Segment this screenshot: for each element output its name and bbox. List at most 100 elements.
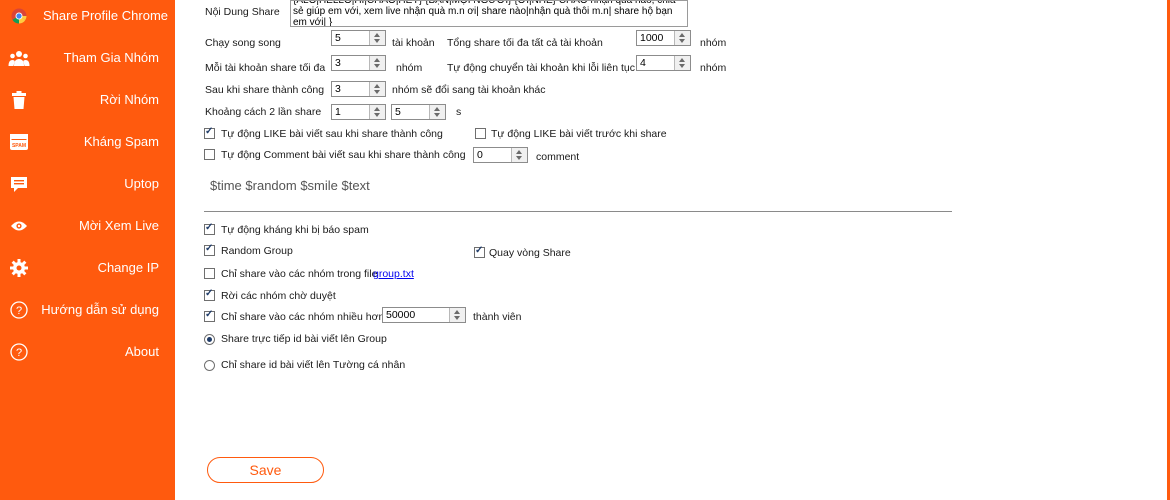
spam-icon: SPAM (8, 131, 30, 153)
stepper-arrows[interactable] (369, 31, 385, 45)
sidebar-item-share-profile-chrome[interactable]: Share Profile Chrome (0, 1, 175, 31)
parallel-stepper[interactable]: 5 (331, 30, 386, 46)
content-label: Nội Dung Share (205, 6, 280, 18)
help-icon: ? (8, 341, 30, 363)
gear-icon (8, 257, 30, 279)
interval-min-stepper[interactable]: 1 (331, 104, 386, 120)
after-success-value: 3 (335, 83, 341, 95)
min-members-checkbox[interactable] (204, 309, 215, 322)
stepper-arrows[interactable] (369, 105, 385, 119)
after-success-label: Sau khi share thành công (205, 84, 325, 96)
comment-count-value: 0 (477, 149, 483, 161)
stepper-arrows[interactable] (429, 105, 445, 119)
stepper-arrows[interactable] (511, 148, 527, 162)
stepper-arrows[interactable] (674, 56, 690, 70)
total-share-stepper[interactable]: 1000 (636, 30, 691, 46)
min-members-stepper[interactable]: 50000 (382, 307, 466, 323)
parallel-unit: tài khoản (392, 37, 435, 49)
min-members-label: Chỉ share vào các nhóm nhiều hơn (221, 311, 385, 323)
only-file-label: Chỉ share vào các nhóm trong file (221, 268, 378, 280)
help-icon: ? (8, 299, 30, 321)
like-before-checkbox[interactable] (475, 128, 486, 139)
radio-share-group-label: Share trực tiếp id bài viết lên Group (221, 333, 387, 345)
stepper-arrows[interactable] (369, 82, 385, 96)
interval-unit: s (456, 106, 462, 118)
auto-switch-unit: nhóm (700, 62, 727, 74)
total-share-value: 1000 (640, 32, 664, 44)
svg-text:SPAM: SPAM (12, 143, 26, 149)
sidebar-item-moi-xem-live[interactable]: Mời Xem Live (0, 211, 175, 241)
comment-after-label: Tự động Comment bài viết sau khi share t… (221, 149, 466, 161)
sidebar-item-label: Hướng dẫn sử dụng (41, 302, 159, 317)
auto-spam-checkbox[interactable] (204, 222, 215, 235)
svg-text:?: ? (16, 305, 22, 317)
leave-pending-checkbox[interactable] (204, 288, 215, 301)
comment-after-checkbox[interactable] (204, 149, 215, 160)
min-members-unit: thành viên (473, 311, 522, 323)
stepper-arrows[interactable] (369, 56, 385, 70)
sidebar-item-tham-gia-nhom[interactable]: Tham Gia Nhóm (0, 43, 175, 73)
comment-unit: comment (536, 151, 580, 163)
save-button[interactable]: Save (207, 457, 324, 483)
sidebar-item-about[interactable]: ? About (0, 337, 175, 367)
content-text: {ALO|HELLO|HI|CHÀO|HEY} {BẠN|MỌI NGƯỜI} … (293, 0, 676, 27)
users-group-icon (8, 47, 30, 69)
parallel-label: Chạy song song (205, 37, 281, 49)
interval-max-value: 5 (395, 106, 401, 118)
sidebar-item-roi-nhom[interactable]: Rời Nhóm (0, 85, 175, 115)
content-textarea[interactable]: {ALO|HELLO|HI|CHÀO|HEY} {BẠN|MỌI NGƯỜI} … (290, 0, 688, 27)
auto-switch-stepper[interactable]: 4 (636, 55, 691, 71)
like-after-checkbox[interactable] (204, 126, 215, 139)
after-success-stepper[interactable]: 3 (331, 81, 386, 97)
sidebar-item-uptop[interactable]: Uptop (0, 169, 175, 199)
sidebar: Share Profile Chrome Tham Gia Nhóm Rời N… (0, 0, 175, 500)
sidebar-item-label: Tham Gia Nhóm (63, 50, 159, 65)
leave-pending-label: Rời các nhóm chờ duyệt (221, 290, 336, 302)
interval-max-stepper[interactable]: 5 (391, 104, 446, 120)
comment-count-stepper[interactable]: 0 (473, 147, 528, 163)
only-file-checkbox[interactable] (204, 268, 215, 279)
min-members-value: 50000 (386, 309, 416, 321)
stepper-arrows[interactable] (449, 308, 465, 322)
chrome-icon (8, 5, 30, 27)
random-group-label: Random Group (221, 245, 293, 257)
per-account-label: Mỗi tài khoản share tối đa (205, 62, 326, 74)
group-file-link[interactable]: group.txt (373, 268, 414, 280)
sidebar-item-label: Uptop (124, 176, 159, 191)
interval-label: Khoảng cách 2 lần share (205, 106, 322, 118)
sidebar-item-label: Kháng Spam (83, 134, 159, 149)
sidebar-item-label: Rời Nhóm (99, 92, 159, 107)
trash-icon (8, 89, 30, 111)
per-account-stepper[interactable]: 3 (331, 55, 386, 71)
total-share-label: Tổng share tối đa tất cả tài khoản (447, 37, 603, 49)
parallel-value: 5 (335, 32, 341, 44)
sidebar-item-label: About (125, 344, 159, 359)
radio-share-wall-label: Chỉ share id bài viết lên Tường cá nhân (221, 359, 406, 371)
per-account-value: 3 (335, 57, 341, 69)
sidebar-item-huong-dan[interactable]: ? Hướng dẫn sử dụng (0, 295, 175, 325)
rotate-share-checkbox[interactable] (474, 245, 485, 258)
like-after-label: Tự động LIKE bài viết sau khi share thàn… (221, 128, 443, 140)
sidebar-item-change-ip[interactable]: Change IP (0, 253, 175, 283)
auto-switch-label: Tự động chuyển tài khoản khi lỗi liên tụ… (447, 62, 635, 74)
auto-switch-value: 4 (640, 57, 646, 69)
eye-icon (8, 215, 30, 237)
variables-hint: $time $random $smile $text (210, 178, 370, 193)
section-divider (204, 211, 952, 212)
comment-icon (8, 173, 30, 195)
rotate-share-label: Quay vòng Share (489, 247, 571, 259)
sidebar-item-khang-spam[interactable]: SPAM Kháng Spam (0, 127, 175, 157)
random-group-checkbox[interactable] (204, 243, 215, 256)
sidebar-item-label: Mời Xem Live (78, 218, 159, 233)
radio-share-group[interactable] (204, 334, 215, 345)
auto-spam-label: Tự động kháng khi bị báo spam (221, 224, 369, 236)
after-success-unit: nhóm sẽ đổi sang tài khoản khác (392, 84, 546, 96)
per-account-unit: nhóm (396, 62, 423, 74)
radio-share-wall[interactable] (204, 360, 215, 371)
stepper-arrows[interactable] (674, 31, 690, 45)
svg-text:?: ? (16, 347, 22, 359)
interval-min-value: 1 (335, 106, 341, 118)
sidebar-item-label: Share Profile Chrome (43, 8, 168, 23)
total-share-unit: nhóm (700, 37, 727, 49)
like-before-label: Tự động LIKE bài viết trước khi share (491, 128, 667, 140)
